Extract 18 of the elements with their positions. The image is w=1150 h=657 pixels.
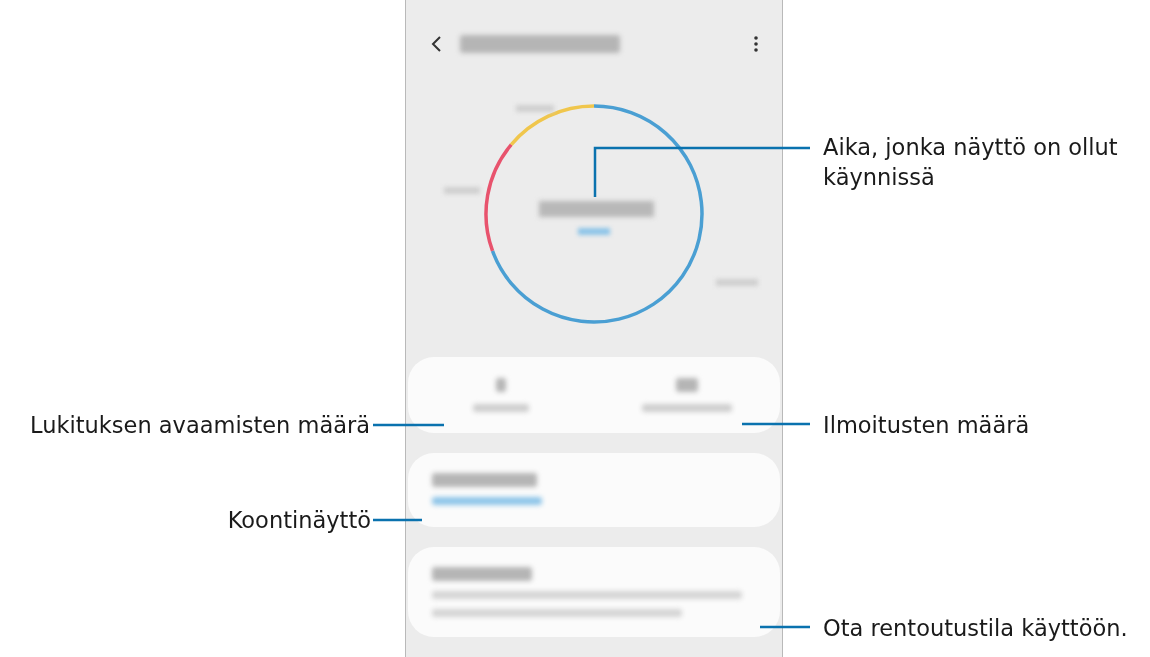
blurred-text (473, 404, 529, 412)
blurred-number (676, 378, 698, 392)
callout-label: Koontinäyttö (226, 506, 371, 535)
blurred-text (516, 104, 554, 112)
callout-label: Aika, jonka näyttö on ollut käynnissä (823, 133, 1119, 192)
callout-label: Ilmoitusten määrä (823, 411, 1031, 440)
leader-line (373, 423, 444, 427)
leader-line (373, 518, 422, 522)
blurred-text (578, 227, 610, 235)
blurred-number (496, 378, 506, 392)
blurred-text (444, 186, 480, 194)
more-options-icon[interactable] (754, 36, 758, 53)
callout-label: Ota rentoutustila käyttöön. (823, 614, 1129, 643)
leader-line (760, 625, 810, 629)
leader-line (742, 422, 810, 426)
back-icon[interactable] (430, 35, 442, 54)
blurred-text (716, 278, 758, 286)
callout-label: Lukituksen avaamisten määrä (29, 411, 370, 440)
